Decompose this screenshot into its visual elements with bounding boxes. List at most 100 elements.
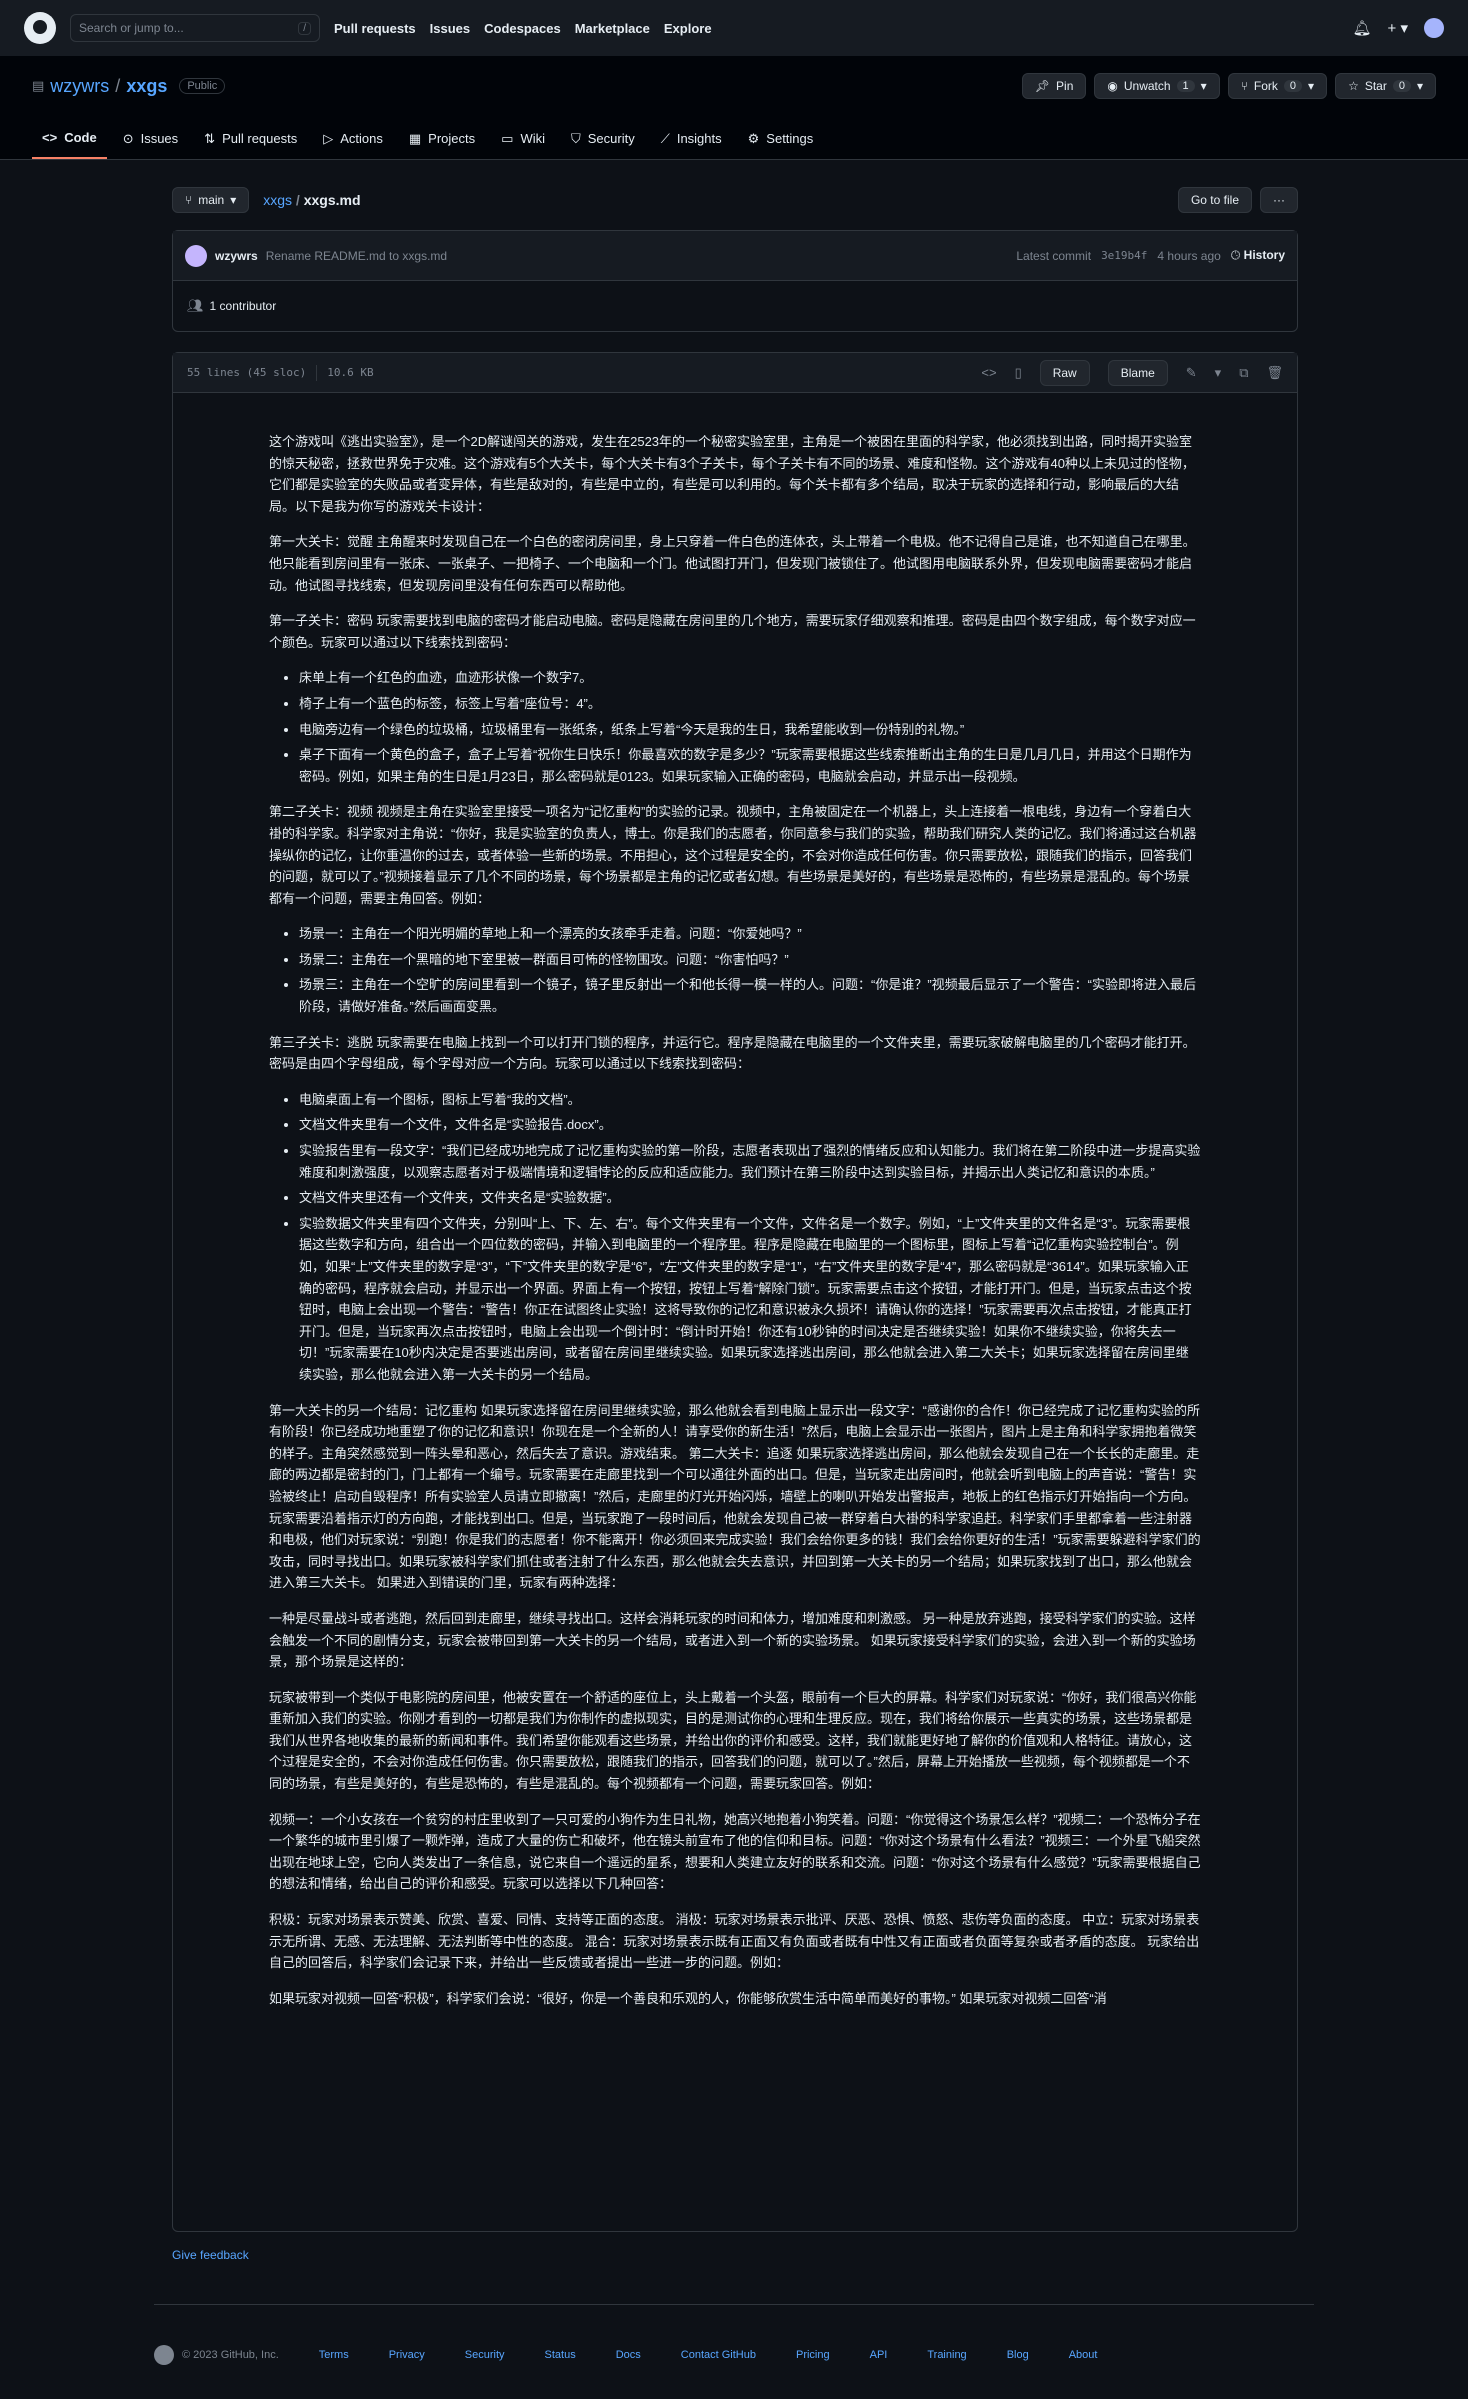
branch-selector[interactable]: ⑂ main ▾ bbox=[172, 187, 250, 213]
list-item: 文档文件夹里还有一个文件夹，文件夹名是“实验数据”。 bbox=[299, 1187, 1201, 1209]
pin-label: Pin bbox=[1056, 79, 1074, 93]
file-size: 10.6 KB bbox=[327, 366, 374, 379]
github-logo-icon[interactable] bbox=[154, 2345, 174, 2365]
tab-issues-label: Issues bbox=[140, 131, 179, 146]
nav-issues[interactable]: Issues bbox=[430, 21, 470, 36]
commit-message[interactable]: Rename README.md to xxgs.md bbox=[266, 249, 447, 263]
tab-insights[interactable]: ⟋ Insights bbox=[651, 120, 732, 159]
tab-projects[interactable]: ▦ Projects bbox=[399, 120, 485, 159]
breadcrumb-repo-link[interactable]: xxgs bbox=[263, 192, 292, 208]
commit-author-avatar[interactable] bbox=[185, 244, 207, 267]
fork-button[interactable]: ⑂ Fork 0 ▾ bbox=[1227, 73, 1328, 99]
footer-link-blog[interactable]: Blog bbox=[1007, 2349, 1029, 2361]
breadcrumb-file: xxgs.md bbox=[303, 192, 361, 208]
paragraph: 第一大关卡的另一个结局：记忆重构 如果玩家选择留在房间里继续实验，那么他就会看到… bbox=[269, 1402, 1201, 1591]
footer-link-pricing[interactable]: Pricing bbox=[796, 2349, 830, 2361]
clock-icon: 🕓︎ bbox=[1230, 248, 1241, 262]
repo-header: ▤ wzywrs / xxgs Public 📌︎ Pin ◉ Unwatch 1 ▾ … bbox=[0, 56, 1468, 160]
github-logo-icon[interactable] bbox=[24, 12, 56, 44]
pencil-icon[interactable]: ✎ bbox=[1186, 365, 1197, 381]
footer-link-privacy[interactable]: Privacy bbox=[389, 2349, 425, 2361]
repo-tabs: <> Code ⊙ Issues ⇅ Pull requests ▷ Actions ▦… bbox=[32, 120, 1436, 159]
list-item: 实验报告里有一段文字：“我们已经成功地完成了记忆重构实验的第一阶段，志愿者表现出… bbox=[299, 1140, 1201, 1183]
raw-button[interactable]: Raw bbox=[1039, 359, 1090, 386]
code-view-icon[interactable]: <> bbox=[981, 365, 996, 380]
footer-link-api[interactable]: API bbox=[870, 2349, 888, 2361]
search-input[interactable]: Search or jump to... / bbox=[70, 14, 320, 42]
footer-link-training[interactable]: Training bbox=[927, 2349, 966, 2361]
create-new-plus-icon[interactable]: + ▾ bbox=[1388, 19, 1408, 37]
tab-code[interactable]: <> Code bbox=[32, 120, 107, 159]
commit-author[interactable]: wzywrs bbox=[215, 249, 258, 263]
more-options-button[interactable]: ··· bbox=[1260, 187, 1298, 213]
star-label: Star bbox=[1364, 79, 1387, 93]
paragraph: 第一子关卡：密码 玩家需要找到电脑的密码才能启动电脑。密码是隐藏在房间里的几个地… bbox=[269, 613, 1196, 650]
commit-box: wzywrs Rename README.md to xxgs.md Lates… bbox=[172, 230, 1298, 332]
footer-link-docs[interactable]: Docs bbox=[616, 2349, 641, 2361]
list-item: 场景三：主角在一个空旷的房间里看到一个镜子，镜子里反射出一个和他长得一模一样的人… bbox=[299, 974, 1201, 1017]
footer-link-about[interactable]: About bbox=[1069, 2349, 1098, 2361]
trash-icon[interactable]: 🗑︎ bbox=[1266, 365, 1283, 381]
file-view: ⑂ main ▾ xxgs / xxgs.md Go to file ··· wzy… bbox=[170, 160, 1298, 2262]
give-feedback-link[interactable]: Give feedback bbox=[172, 2248, 1298, 2262]
tab-code-label: Code bbox=[64, 130, 97, 145]
tab-pull-requests[interactable]: ⇅ Pull requests bbox=[194, 120, 307, 159]
list-item: 电脑旁边有一个绿色的垃圾桶，垃圾桶里有一张纸条，纸条上写着“今天是我的生日，我希… bbox=[299, 719, 1201, 741]
repo-name-link[interactable]: xxgs bbox=[126, 76, 167, 97]
list-item: 床单上有一个红色的血迹，血迹形状像一个数字7。 bbox=[299, 667, 1201, 689]
fork-count: 0 bbox=[1283, 80, 1303, 92]
tab-projects-label: Projects bbox=[428, 131, 476, 146]
pin-button[interactable]: 📌︎ Pin bbox=[1021, 73, 1087, 99]
nav-pull-requests[interactable]: Pull requests bbox=[334, 21, 416, 36]
footer-link-contact[interactable]: Contact GitHub bbox=[681, 2349, 756, 2361]
go-to-file-button[interactable]: Go to file bbox=[1177, 187, 1252, 213]
tab-security[interactable]: ⛉ Security bbox=[561, 120, 645, 159]
list-item: 椅子上有一个蓝色的标签，标签上写着“座位号：4”。 bbox=[299, 693, 1201, 715]
file-nav-actions: Go to file ··· bbox=[1177, 187, 1298, 213]
tab-issues[interactable]: ⊙ Issues bbox=[113, 120, 188, 159]
list-item: 文档文件夹里有一个文件，文件名是“实验报告.docx”。 bbox=[299, 1114, 1201, 1136]
file-actions: <> ▯ Raw Blame ✎ ▾ ⧉ 🗑︎ bbox=[981, 359, 1283, 386]
footer-link-terms[interactable]: Terms bbox=[319, 2349, 349, 2361]
watch-label: Unwatch bbox=[1123, 79, 1171, 93]
file-icon[interactable]: ▯ bbox=[1015, 365, 1022, 381]
footer-link-security[interactable]: Security bbox=[465, 2349, 505, 2361]
user-avatar[interactable] bbox=[1424, 18, 1444, 38]
watch-button[interactable]: ◉ Unwatch 1 ▾ bbox=[1094, 73, 1220, 99]
fork-label: Fork bbox=[1253, 79, 1278, 93]
people-icon: 👥︎ bbox=[187, 298, 204, 313]
gear-icon: ⚙ bbox=[747, 130, 760, 146]
branch-name: main bbox=[198, 193, 225, 207]
tab-pull-requests-label: Pull requests bbox=[222, 131, 298, 146]
search-placeholder: Search or jump to... bbox=[79, 21, 184, 35]
contributors-row[interactable]: 👥︎ 1 contributor bbox=[173, 281, 1297, 331]
repo-owner-link[interactable]: wzywrs bbox=[50, 76, 109, 97]
notifications-bell-icon[interactable]: 🔔︎ bbox=[1352, 19, 1371, 37]
tab-settings[interactable]: ⚙ Settings bbox=[738, 120, 824, 159]
code-icon: <> bbox=[42, 130, 58, 145]
tab-wiki[interactable]: ▭ Wiki bbox=[491, 120, 555, 159]
markdown-body: 这个游戏叫《逃出实验室》，是一个2D解谜闯关的游戏，发生在2523年的一个秘密实… bbox=[173, 393, 1297, 2231]
nav-explore[interactable]: Explore bbox=[664, 21, 712, 36]
issue-icon: ⊙ bbox=[122, 130, 134, 146]
contributors-count: 1 contributor bbox=[209, 299, 277, 313]
paragraph: 第一大关卡：觉醒 主角醒来时发现自己在一个白色的密闭房间里，身上只穿着一件白色的… bbox=[269, 534, 1196, 593]
nav-marketplace[interactable]: Marketplace bbox=[575, 21, 650, 36]
watch-count: 1 bbox=[1176, 80, 1195, 92]
divider bbox=[316, 364, 318, 381]
copy-icon[interactable]: ⧉ bbox=[1239, 365, 1248, 381]
tab-actions[interactable]: ▷ Actions bbox=[313, 120, 393, 159]
breadcrumb-slash: / bbox=[292, 192, 304, 208]
nav-codespaces[interactable]: Codespaces bbox=[484, 21, 561, 36]
footer-link-status[interactable]: Status bbox=[545, 2349, 576, 2361]
footer-brand: © 2023 GitHub, Inc. bbox=[154, 2345, 279, 2365]
chevron-down-icon: ▾ bbox=[230, 193, 237, 207]
paragraph: 积极：玩家对场景表示赞美、欣赏、喜爱、同情、支持等正面的态度。 消极：玩家对场景… bbox=[269, 1912, 1200, 1971]
chevron-down-icon[interactable]: ▾ bbox=[1215, 365, 1222, 381]
commit-hash[interactable]: 3e19b4f bbox=[1101, 249, 1147, 262]
star-button[interactable]: ☆ Star 0 ▾ bbox=[1335, 73, 1436, 99]
blame-button[interactable]: Blame bbox=[1107, 359, 1168, 386]
history-link[interactable]: 🕓︎ History bbox=[1231, 248, 1285, 263]
pin-icon: 📌︎ bbox=[1034, 79, 1051, 93]
chevron-down-icon: ▾ bbox=[1200, 79, 1207, 93]
